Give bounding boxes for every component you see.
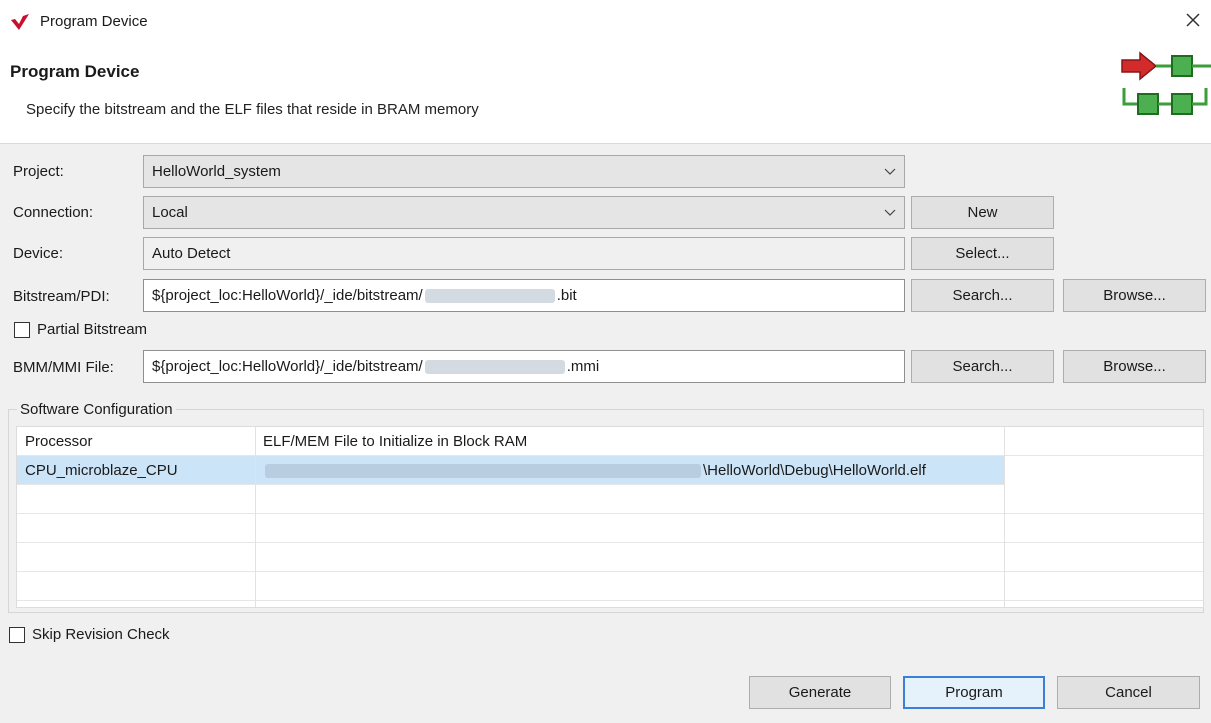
cancel-button[interactable]: Cancel	[1057, 676, 1200, 709]
close-icon[interactable]	[1180, 7, 1206, 33]
software-configuration-table[interactable]: Processor ELF/MEM File to Initialize in …	[16, 426, 1204, 608]
bitstream-path-prefix: ${project_loc:HelloWorld}/_ide/bitstream…	[152, 287, 423, 304]
elf-path-suffix: \HelloWorld\Debug\HelloWorld.elf	[703, 462, 926, 479]
program-device-graphic-icon	[1118, 48, 1211, 124]
select-device-button[interactable]: Select...	[911, 237, 1054, 270]
bmm-path-prefix: ${project_loc:HelloWorld}/_ide/bitstream…	[152, 358, 423, 375]
bitstream-input[interactable]: ${project_loc:HelloWorld}/_ide/bitstream…	[143, 279, 905, 312]
page-title: Program Device	[10, 62, 140, 81]
redacted-segment	[265, 463, 701, 478]
partial-bitstream-label: Partial Bitstream	[37, 321, 148, 338]
generate-button[interactable]: Generate	[749, 676, 891, 709]
table-row	[17, 572, 1203, 601]
bmm-browse-button[interactable]: Browse...	[1063, 350, 1206, 383]
software-configuration-label: Software Configuration	[17, 401, 176, 418]
device-value: Auto Detect	[152, 245, 231, 262]
elf-file-cell: \HelloWorld\Debug\HelloWorld.elf	[255, 456, 1005, 485]
partial-bitstream-checkbox[interactable]	[14, 322, 30, 338]
window-title: Program Device	[40, 13, 148, 30]
bmm-path-suffix: .mmi	[566, 358, 600, 375]
column-divider	[255, 427, 256, 607]
connection-label: Connection:	[13, 204, 94, 221]
bmm-search-button[interactable]: Search...	[911, 350, 1054, 383]
redacted-segment	[424, 288, 555, 303]
connection-value: Local	[152, 204, 188, 221]
bitstream-label: Bitstream/PDI:	[13, 288, 110, 305]
table-row	[17, 514, 1203, 543]
connection-combo[interactable]: Local	[143, 196, 905, 229]
column-divider	[1004, 427, 1005, 607]
project-value: HelloWorld_system	[152, 163, 281, 180]
vitis-logo-icon	[10, 12, 30, 32]
table-header-row: Processor ELF/MEM File to Initialize in …	[17, 427, 1203, 456]
bmm-input[interactable]: ${project_loc:HelloWorld}/_ide/bitstream…	[143, 350, 905, 383]
device-label: Device:	[13, 245, 64, 262]
bitstream-search-button[interactable]: Search...	[911, 279, 1054, 312]
chevron-down-icon	[876, 197, 904, 228]
table-row[interactable]: CPU_microblaze_CPU \HelloWorld\Debug\Hel…	[17, 456, 1005, 485]
page-description: Specify the bitstream and the ELF files …	[26, 101, 479, 118]
device-field: Auto Detect	[143, 237, 905, 270]
chevron-down-icon	[876, 156, 904, 187]
new-connection-button[interactable]: New	[911, 196, 1054, 229]
bmm-label: BMM/MMI File:	[13, 359, 114, 376]
project-combo[interactable]: HelloWorld_system	[143, 155, 905, 188]
skip-revision-checkbox[interactable]	[9, 627, 25, 643]
column-header-elf-file[interactable]: ELF/MEM File to Initialize in Block RAM	[255, 427, 1005, 456]
project-label: Project:	[13, 163, 64, 180]
bitstream-path-suffix: .bit	[556, 287, 577, 304]
column-header-processor[interactable]: Processor	[17, 427, 255, 456]
redacted-segment	[424, 359, 565, 374]
skip-revision-label: Skip Revision Check	[32, 626, 170, 643]
table-row	[17, 485, 1203, 514]
program-button[interactable]: Program	[903, 676, 1045, 709]
processor-cell: CPU_microblaze_CPU	[25, 462, 178, 479]
table-row	[17, 543, 1203, 572]
bitstream-browse-button[interactable]: Browse...	[1063, 279, 1206, 312]
